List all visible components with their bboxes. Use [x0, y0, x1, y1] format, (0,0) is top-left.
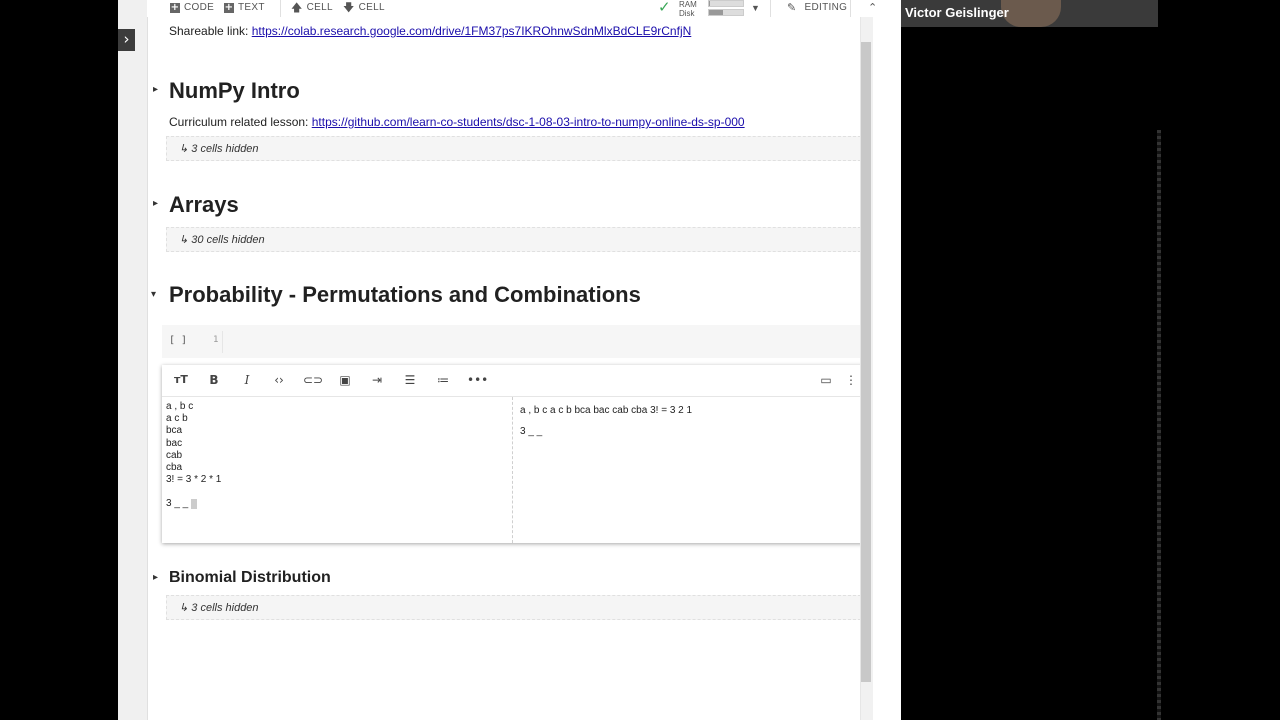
- disk-bar: [708, 9, 744, 16]
- link-icon[interactable]: ⊂⊃: [303, 372, 323, 388]
- ram-bar: [708, 0, 744, 7]
- code-cell[interactable]: [ ] 1: [162, 325, 863, 358]
- ram-label: RAM: [679, 0, 697, 9]
- markdown-source[interactable]: a , b ca c b bca bac cab cba 3! = 3 * 2 * 1 3…: [162, 397, 513, 543]
- notebook-content: Shareable link: https://colab.research.g…: [147, 17, 864, 720]
- section-heading-binomial: Binomial Distribution: [169, 569, 331, 586]
- text-cursor: [191, 498, 198, 509]
- chevron-up-icon: ⌃: [868, 2, 878, 14]
- line-number: 1: [213, 335, 219, 345]
- run-cell-button[interactable]: [ ]: [169, 335, 187, 346]
- arrow-up-icon: 🡅: [291, 1, 303, 14]
- disk-bar-fill: [709, 10, 723, 15]
- add-text-button[interactable]: + TEXT: [224, 1, 265, 15]
- notebook-toolbar: + CODE + TEXT 🡅 CELL 🡇 CELL ✓ RAM Disk ▼…: [147, 0, 901, 18]
- section-collapse-toggle[interactable]: ▸: [153, 84, 158, 95]
- section-collapse-toggle[interactable]: ▸: [153, 198, 158, 209]
- plus-icon: +: [224, 2, 234, 13]
- curriculum-lesson-line: Curriculum related lesson: https://githu…: [169, 115, 745, 129]
- sidebar-toggle-button[interactable]: ›: [118, 29, 135, 51]
- plus-icon: +: [170, 2, 180, 13]
- pencil-icon: ✎: [787, 1, 797, 14]
- markdown-source-line: cba: [166, 462, 183, 474]
- text-size-icon[interactable]: тT: [172, 372, 190, 388]
- hidden-cells-bar[interactable]: ↳ 30 cells hidden: [166, 227, 861, 252]
- markdown-source-line: a , b c: [166, 401, 194, 412]
- image-icon[interactable]: ▣: [336, 372, 354, 388]
- section-heading-probability: Probability - Permutations and Combinati…: [169, 282, 641, 307]
- shareable-link-line: Shareable link: https://colab.research.g…: [169, 24, 692, 38]
- colab-window: › + CODE + TEXT 🡅 CELL 🡇 CELL ✓ RAM Disk…: [118, 0, 901, 720]
- shareable-link[interactable]: https://colab.research.google.com/drive/…: [252, 24, 692, 38]
- section-heading-numpy-intro: NumPy Intro: [169, 78, 300, 103]
- editing-mode-button[interactable]: ✎ EDITING: [787, 1, 847, 15]
- markdown-source-tail: 3 _ _: [166, 498, 508, 510]
- curriculum-lesson-link[interactable]: https://github.com/learn-co-students/dsc…: [312, 115, 745, 129]
- participant-video: [1001, 0, 1061, 27]
- markdown-source-line: bac: [166, 437, 183, 449]
- markdown-source-line: bca: [166, 425, 183, 437]
- indent-icon[interactable]: ⇥: [368, 372, 386, 388]
- text-editor-toolbar: тT B I ‹› ⊂⊃ ▣ ⇥ ☰ ≔ ••• ▭ ⋮: [162, 365, 864, 397]
- toolbar-divider: [850, 0, 851, 17]
- more-options-icon[interactable]: ⋮: [842, 372, 860, 388]
- section-collapse-toggle[interactable]: ▸: [153, 572, 158, 583]
- caret-down-icon: ▼: [751, 3, 761, 13]
- preview-line: a , b c a c b bca bac cab cba 3! = 3 2 1: [520, 405, 693, 416]
- markdown-source-line: a c b: [166, 413, 188, 425]
- preview-toggle-icon[interactable]: ▭: [817, 372, 835, 388]
- markdown-source-line: cab: [166, 449, 183, 461]
- resource-dropdown[interactable]: ▼: [751, 1, 760, 15]
- numbered-list-icon[interactable]: ☰: [401, 372, 419, 388]
- section-expand-toggle[interactable]: ▾: [151, 289, 156, 300]
- code-icon[interactable]: ‹›: [270, 372, 288, 388]
- toolbar-divider: [280, 0, 281, 17]
- ram-bar-fill: [709, 1, 710, 6]
- arrow-down-icon: 🡇: [343, 1, 355, 14]
- hidden-cells-bar[interactable]: ↳ 3 cells hidden: [166, 595, 861, 620]
- connected-status[interactable]: ✓: [658, 0, 671, 16]
- check-icon: ✓: [658, 0, 671, 16]
- toolbar-divider: [770, 0, 771, 17]
- bulleted-list-icon[interactable]: ≔: [434, 372, 452, 388]
- markdown-preview: a , b c a c b bca bac cab cba 3! = 3 2 1…: [514, 397, 864, 543]
- move-cell-up-button[interactable]: 🡅 CELL: [291, 1, 333, 15]
- video-participant-tile: Victor Geislinger: [901, 0, 1158, 27]
- resource-indicator[interactable]: RAM Disk: [679, 0, 697, 18]
- move-cell-down-button[interactable]: 🡇 CELL: [343, 1, 385, 15]
- bold-icon[interactable]: B: [205, 372, 223, 388]
- edge-strip: [1157, 130, 1161, 720]
- collapse-header-button[interactable]: ⌃: [868, 1, 878, 15]
- code-editor-edge: [222, 331, 223, 353]
- markdown-source-lines: a , b ca c b bca bac cab cba 3! = 3 * 2 * 1: [166, 401, 508, 486]
- markdown-source-line: 3! = 3 * 2 * 1: [166, 474, 222, 486]
- section-heading-arrays: Arrays: [169, 192, 239, 217]
- italic-icon[interactable]: I: [238, 372, 256, 388]
- add-code-button[interactable]: + CODE: [170, 1, 214, 15]
- left-gutter: ›: [118, 0, 148, 720]
- text-cell-editor[interactable]: тT B I ‹› ⊂⊃ ▣ ⇥ ☰ ≔ ••• ▭ ⋮ a , b ca c …: [162, 365, 864, 543]
- participant-name: Victor Geislinger: [905, 5, 1009, 20]
- preview-line: 3 _ _: [520, 426, 543, 437]
- horizontal-rule-icon[interactable]: •••: [467, 372, 488, 388]
- hidden-cells-bar[interactable]: ↳ 3 cells hidden: [166, 136, 861, 161]
- scrollbar-thumb[interactable]: [861, 42, 871, 682]
